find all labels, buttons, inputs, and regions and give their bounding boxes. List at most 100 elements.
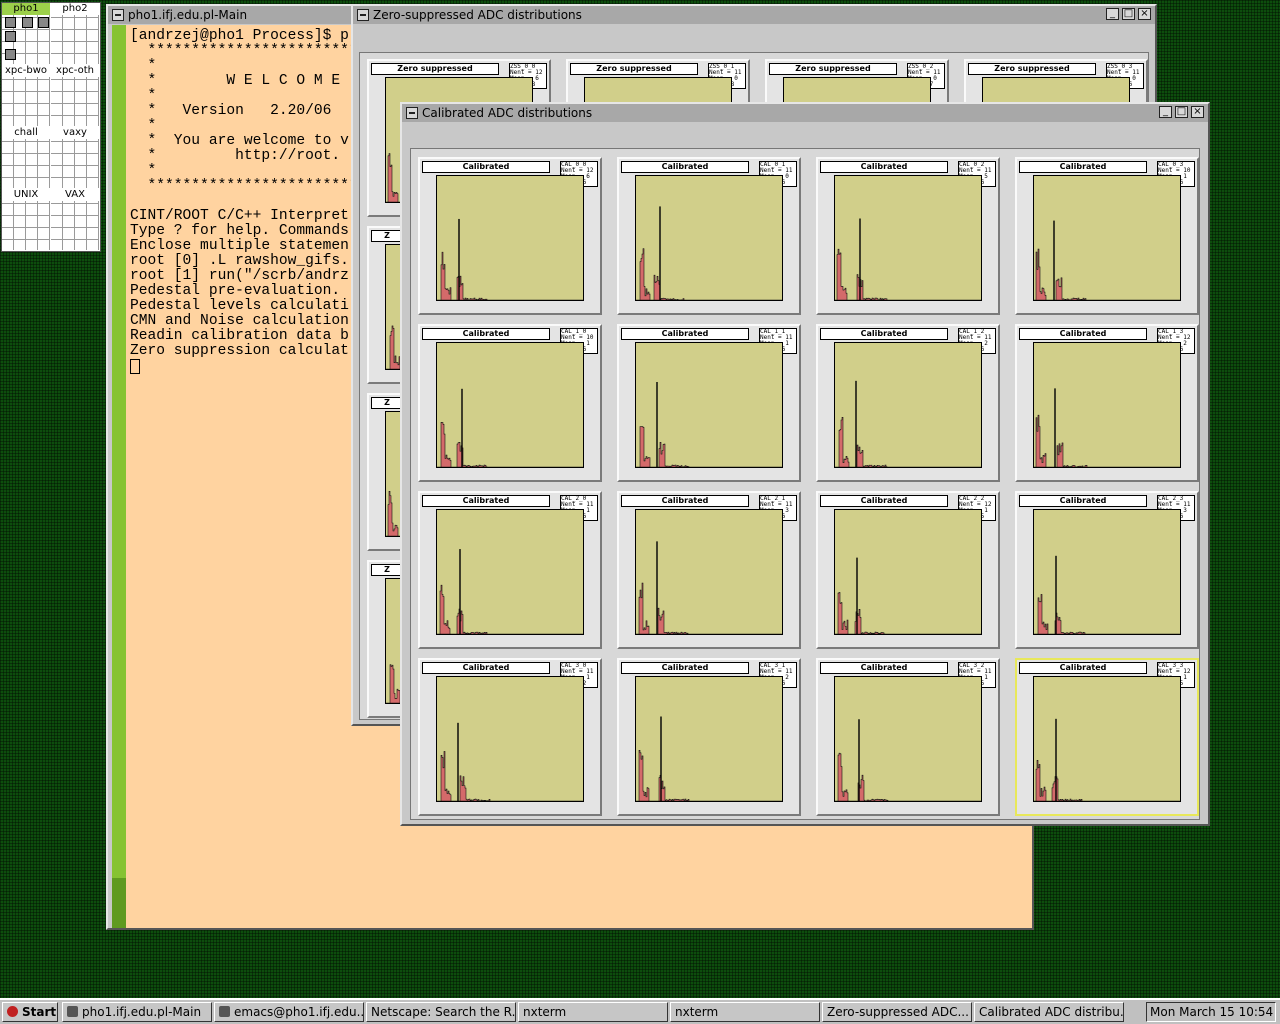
close-button[interactable]: × (1138, 8, 1151, 20)
minimize-button[interactable]: _ (1106, 8, 1119, 20)
histogram-pad[interactable]: CalibratedCAL_2_3Nent = 11Mean = 3RMS = … (1015, 491, 1199, 649)
plot-frame (834, 175, 982, 301)
terminal-line: ************************ (130, 43, 358, 59)
pad-title: Calibrated (1019, 328, 1147, 340)
terminal-icon (67, 1006, 78, 1017)
terminal-scrollbar[interactable] (112, 25, 126, 928)
histogram-bars (636, 582, 782, 634)
pad-title: Zero suppressed (968, 63, 1096, 75)
pager-desk-pho2[interactable]: pho2 (51, 3, 99, 64)
cal-window-title: Calibrated ADC distributions (422, 106, 593, 120)
taskbar-item[interactable]: pho1.ifj.edu.pl-Main (62, 1002, 212, 1022)
histogram-pad[interactable]: CalibratedCAL_0_1Nent = 11Mean = 0RMS = … (617, 157, 801, 315)
plot-frame (1033, 342, 1181, 468)
pager-desk-vaxy[interactable]: vaxy (51, 127, 99, 188)
histogram-plot (835, 380, 981, 467)
terminal-line: * (130, 58, 157, 74)
terminal-line: Type ? for help. Commands (130, 223, 349, 239)
taskbar-item-label: nxterm (675, 1005, 719, 1019)
pager-desk-chall[interactable]: chall (2, 127, 50, 188)
maximize-button[interactable]: □ (1122, 8, 1135, 20)
histogram-pad[interactable]: CalibratedCAL_0_3Nent = 10Mean = 1RMS = … (1015, 157, 1199, 315)
taskbar: Start pho1.ifj.edu.pl-Main emacs@pho1.ifj… (0, 998, 1280, 1024)
terminal-line: Zero suppression calculat (130, 343, 349, 359)
minimize-button[interactable]: _ (1159, 106, 1172, 118)
terminal-line: Pedestal pre-evaluation. (130, 283, 341, 299)
plot-frame (1033, 509, 1181, 635)
pager-desk-unix[interactable]: UNIX (2, 189, 50, 250)
pager-desk-pho1[interactable]: pho1 (2, 3, 50, 64)
pager-desk-label: vaxy (51, 127, 99, 139)
histogram-pad[interactable]: CalibratedCAL_2_1Nent = 11Mean = 3RMS = … (617, 491, 801, 649)
taskbar-item[interactable]: Netscape: Search the R... (366, 1002, 516, 1022)
histogram-pad[interactable]: CalibratedCAL_1_2Nent = 11Mean = 2RMS = … (816, 324, 1000, 482)
histogram-pad[interactable]: CalibratedCAL_3_2Nent = 11Mean = 1RMS = … (816, 658, 1000, 816)
histogram-pad[interactable]: CalibratedCAL_1_0Nent = 10Mean = 1RMS = … (418, 324, 602, 482)
pad-title: Zero suppressed (570, 63, 698, 75)
histogram-pad[interactable]: CalibratedCAL_3_1Nent = 11Mean = 2RMS = … (617, 658, 801, 816)
pager-desk-xpc-bwo[interactable]: xpc-bwo (2, 65, 50, 126)
window-menu-icon[interactable] (357, 9, 369, 21)
histogram-pad[interactable]: CalibratedCAL_3_0Nent = 11Mean = 1RMS = … (418, 658, 602, 816)
pad-title: Calibrated (621, 161, 749, 173)
histogram-bars (1034, 248, 1180, 300)
terminal-line: Pedestal levels calculati (130, 298, 349, 314)
pager-desk-label: xpc-oth (51, 65, 99, 77)
taskbar-item[interactable]: Zero-suppressed ADC... (822, 1002, 972, 1022)
histogram-bars (437, 422, 583, 467)
pager-desk-label: UNIX (2, 189, 50, 201)
pager-mini-window (5, 31, 16, 42)
start-icon (7, 1006, 18, 1017)
histogram-plot (636, 381, 782, 467)
pager-desk-xpc-oth[interactable]: xpc-oth (51, 65, 99, 126)
close-button[interactable]: × (1191, 106, 1204, 118)
histogram-bars (835, 417, 981, 467)
pad-title: Calibrated (422, 662, 550, 674)
terminal-line: * (130, 118, 157, 134)
pad-title: Calibrated (621, 328, 749, 340)
taskbar-item[interactable]: nxterm (670, 1002, 820, 1022)
histogram-pad[interactable]: CalibratedCAL_1_3Nent = 12Mean = 2RMS = … (1015, 324, 1199, 482)
pager-desk-label: chall (2, 127, 50, 139)
histogram-pad[interactable]: CalibratedCAL_2_0Nent = 11Mean = 1RMS = … (418, 491, 602, 649)
cal-titlebar[interactable]: Calibrated ADC distributions _ □ × (402, 104, 1208, 122)
histogram-pad[interactable]: CalibratedCAL_0_2Nent = 11Mean = 5RMS = … (816, 157, 1000, 315)
taskbar-item-label: Calibrated ADC distribu... (979, 1005, 1124, 1019)
plot-frame (635, 175, 783, 301)
pager-desk-label: xpc-bwo (2, 65, 50, 77)
terminal-line: Enclose multiple statemen (130, 238, 349, 254)
maximize-button[interactable]: □ (1175, 106, 1188, 118)
histogram-bars (636, 426, 782, 467)
histogram-pad[interactable]: CalibratedCAL_1_1Nent = 11Mean = 1RMS = … (617, 324, 801, 482)
pager-desk-label: pho2 (51, 3, 99, 15)
pad-title: Calibrated (820, 662, 948, 674)
plot-frame (436, 175, 584, 301)
taskbar-item[interactable]: Calibrated ADC distribu... (974, 1002, 1124, 1022)
histogram-plot (1034, 388, 1180, 467)
taskbar-item[interactable]: emacs@pho1.ifj.edu.... (214, 1002, 364, 1022)
histogram-pad[interactable]: CalibratedCAL_2_2Nent = 12Mean = 1RMS = … (816, 491, 1000, 649)
plot-frame (635, 509, 783, 635)
histogram-plot (835, 557, 981, 634)
scrollbar-thumb[interactable] (112, 878, 126, 928)
window-menu-icon[interactable] (406, 107, 418, 119)
calibrated-window[interactable]: Calibrated ADC distributions _ □ × Calib… (400, 102, 1210, 826)
histogram-bars (636, 248, 782, 300)
taskbar-item-label: pho1.ifj.edu.pl-Main (82, 1005, 202, 1019)
taskbar-item[interactable]: nxterm (518, 1002, 668, 1022)
histogram-plot (1034, 718, 1180, 801)
plot-frame (635, 676, 783, 802)
histogram-pad[interactable]: CalibratedCAL_3_3Nent = 12Mean = 1RMS = … (1015, 658, 1199, 816)
plot-frame (1033, 676, 1181, 802)
histogram-plot (437, 388, 583, 467)
pager-desk-vax[interactable]: VAX (51, 189, 99, 250)
window-menu-icon[interactable] (112, 9, 124, 21)
zero-titlebar[interactable]: Zero-suppressed ADC distributions _ □ × (353, 6, 1155, 24)
taskbar-item-label: Netscape: Search the R... (371, 1005, 516, 1019)
terminal-line: [andrzej@pho1 Process]$ p (130, 28, 349, 44)
cal-canvas[interactable]: CalibratedCAL_0_0Nent = 12Mean = 6RMS = … (410, 148, 1200, 820)
pager-mini-window (5, 49, 16, 60)
desktop-pager: pho1 pho2 xpc-bwo xpc-oth chall vaxy UNIX VAX (1, 2, 101, 252)
histogram-pad[interactable]: CalibratedCAL_0_0Nent = 12Mean = 6RMS = … (418, 157, 602, 315)
start-button[interactable]: Start (2, 1002, 58, 1022)
